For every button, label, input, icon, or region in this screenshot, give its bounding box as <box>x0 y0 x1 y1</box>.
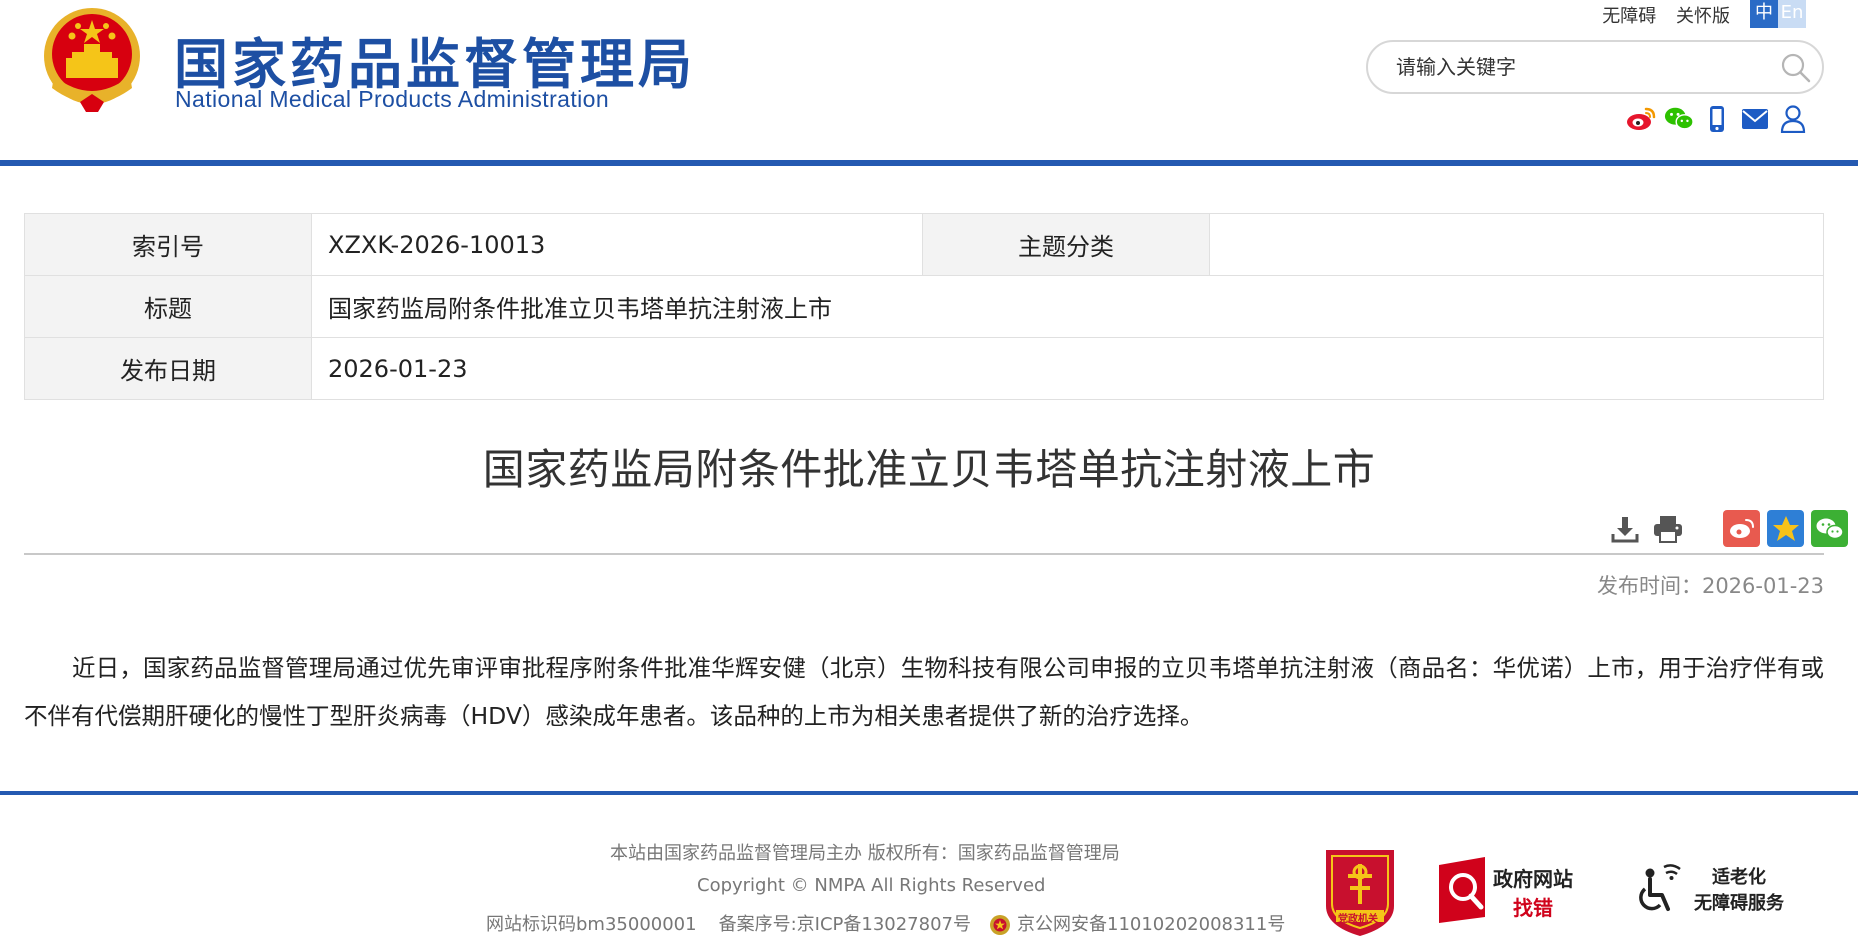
download-icon[interactable] <box>1607 511 1643 547</box>
icp-link[interactable]: 备案序号:京ICP备13027807号 <box>719 914 971 935</box>
lang-en-button[interactable]: En <box>1778 0 1806 28</box>
footer-registration: 网站标识码bm35000001 备案序号:京ICP备13027807号 京公网安备… <box>486 910 1285 936</box>
publish-time: 发布时间：2026-01-23 <box>1596 574 1824 598</box>
print-icon[interactable] <box>1650 511 1686 547</box>
social-links <box>1626 104 1808 134</box>
mail-icon[interactable] <box>1740 104 1770 134</box>
party-organ-badge[interactable]: 党政机关 <box>1320 846 1400 937</box>
gov-badge-line2: 找错 <box>1513 896 1553 920</box>
mobile-icon[interactable] <box>1702 104 1732 134</box>
access-badge-line1: 适老化 <box>1712 867 1766 888</box>
user-icon[interactable] <box>1778 104 1808 134</box>
care-version-link[interactable]: 关怀版 <box>1676 6 1730 27</box>
share-favorite-icon[interactable] <box>1767 510 1804 547</box>
lang-cn-button[interactable]: 中 <box>1750 0 1778 28</box>
party-badge-label: 党政机关 <box>1338 914 1378 925</box>
access-badge-line2: 无障碍服务 <box>1694 893 1784 914</box>
table-row: 索引号 XZXK-2026-10013 主题分类 <box>24 213 1824 276</box>
category-value <box>1209 213 1824 276</box>
top-links: 无障碍 关怀版 <box>1588 2 1730 28</box>
weibo-icon[interactable] <box>1626 104 1656 134</box>
site-id: 网站标识码bm35000001 <box>486 914 697 935</box>
article-body: 近日，国家药品监督管理局通过优先审评审批程序附条件批准华辉安健（北京）生物科技有… <box>24 654 1824 730</box>
table-row: 发布日期 2026-01-23 <box>24 337 1824 400</box>
footer-sponsor: 本站由国家药品监督管理局主办 版权所有：国家药品监督管理局 <box>610 843 1120 864</box>
wechat-icon[interactable] <box>1664 104 1694 134</box>
index-value: XZXK-2026-10013 <box>311 213 923 276</box>
article-tools <box>1600 510 1848 547</box>
search-input[interactable] <box>1396 52 1756 82</box>
index-label: 索引号 <box>24 213 312 276</box>
article-title: 国家药监局附条件批准立贝韦塔单抗注射液上市 <box>482 445 1376 494</box>
search-box <box>1366 40 1824 94</box>
site-footer: 本站由国家药品监督管理局主办 版权所有：国家药品监督管理局 Copyright … <box>0 795 1858 937</box>
title-label: 标题 <box>24 275 312 338</box>
footer-copyright: Copyright © NMPA All Rights Reserved <box>697 875 1046 896</box>
accessibility-link[interactable]: 无障碍 <box>1602 6 1656 27</box>
search-icon[interactable] <box>1780 52 1812 84</box>
elderly-accessibility-badge[interactable]: 适老化 无障碍服务 <box>1636 859 1796 919</box>
logo-title-en[interactable]: National Medical Products Administration <box>175 86 609 113</box>
metadata-table: 索引号 XZXK-2026-10013 主题分类 标题 国家药监局附条件批准立贝… <box>24 213 1824 400</box>
table-row: 标题 国家药监局附条件批准立贝韦塔单抗注射液上市 <box>24 275 1824 338</box>
police-record-link[interactable]: 京公网安备11010202008311号 <box>1017 914 1285 935</box>
date-label: 发布日期 <box>24 337 312 400</box>
share-weibo-icon[interactable] <box>1723 510 1760 547</box>
site-header: 国家药品监督管理局 National Medical Products Admi… <box>0 0 1858 160</box>
title-divider <box>24 553 1824 555</box>
category-label: 主题分类 <box>922 213 1210 276</box>
date-value: 2026-01-23 <box>311 337 1824 400</box>
language-switch: 中 En <box>1750 0 1806 28</box>
police-badge-icon <box>990 915 1010 935</box>
share-wechat-icon[interactable] <box>1811 510 1848 547</box>
header-divider <box>0 160 1858 166</box>
title-value: 国家药监局附条件批准立贝韦塔单抗注射液上市 <box>311 275 1824 338</box>
gov-site-error-badge[interactable]: 政府网站 找错 <box>1437 855 1587 925</box>
national-emblem-icon[interactable] <box>40 6 144 114</box>
gov-badge-line1: 政府网站 <box>1493 867 1573 891</box>
